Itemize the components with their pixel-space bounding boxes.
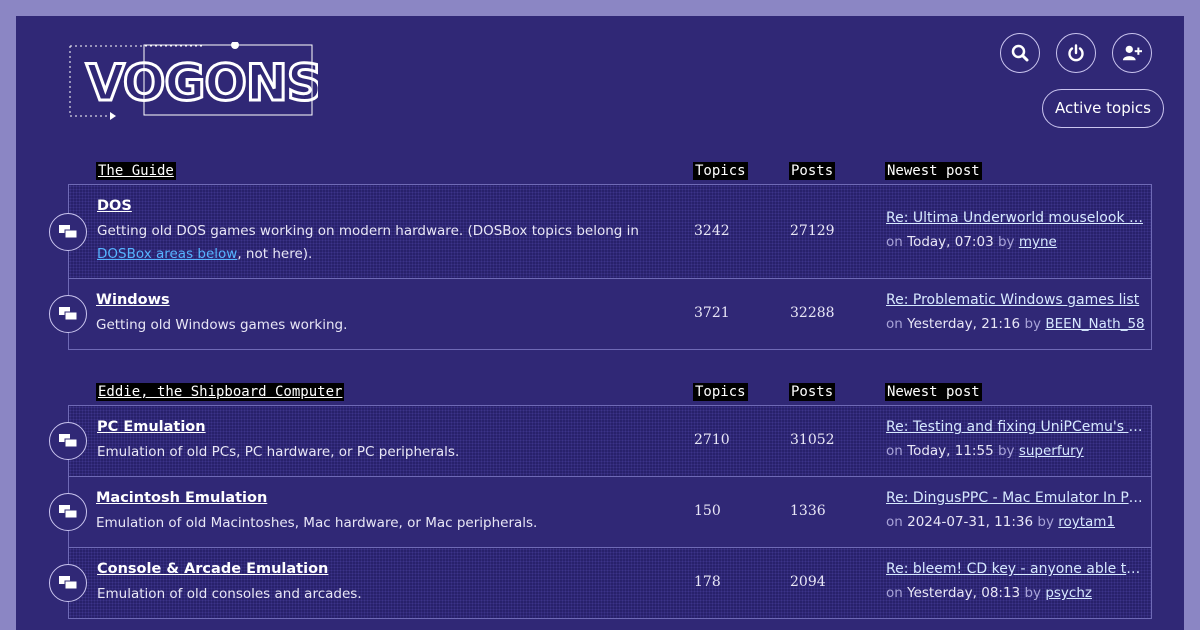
posts-count: 27129 <box>790 223 835 239</box>
forum-title-windows[interactable]: Windows <box>96 292 170 308</box>
forum-description: Emulation of old consoles and arcades. <box>97 586 362 602</box>
on-label: on <box>886 514 903 530</box>
forum-chat-icon <box>59 307 78 321</box>
post-date: Yesterday, 08:13 <box>907 585 1021 601</box>
by-label: by <box>997 234 1015 250</box>
forum-icon <box>49 493 87 531</box>
add-user-icon <box>1122 45 1142 61</box>
search-button[interactable] <box>1000 33 1040 73</box>
forum-row-macintosh-emulation: Macintosh Emulation Emulation of old Mac… <box>49 476 1152 548</box>
topics-count: 178 <box>694 574 721 590</box>
posts-count: 31052 <box>790 432 835 448</box>
login-button[interactable] <box>1056 33 1096 73</box>
dosbox-areas-link[interactable]: DOSBox areas below <box>97 246 237 262</box>
forum-icon <box>49 422 87 460</box>
forum-chat-icon <box>59 224 78 238</box>
forum-title-pc-emulation[interactable]: PC Emulation <box>97 419 206 435</box>
newest-post-meta: on 2024-07-31, 11:36 by roytam1 <box>886 514 1115 530</box>
forum-description: Getting old DOS games working on modern … <box>97 220 657 266</box>
register-button[interactable] <box>1112 33 1152 73</box>
forum-row-console-arcade-emulation: Console & Arcade Emulation Emulation of … <box>49 547 1152 619</box>
newest-post-link[interactable]: Re: Testing and fixing UniPCemu's C… <box>886 419 1144 435</box>
topics-count: 3721 <box>694 305 730 321</box>
newest-post-meta: on Yesterday, 21:16 by BEEN_Nath_58 <box>886 316 1145 332</box>
logo-graphic: VOGONS <box>69 42 318 120</box>
by-label: by <box>997 443 1015 459</box>
forum-title-macintosh-emulation[interactable]: Macintosh Emulation <box>96 490 267 506</box>
by-label: by <box>1024 316 1042 332</box>
post-date: Yesterday, 21:16 <box>907 316 1021 332</box>
forum-section-eddie: Eddie, the Shipboard Computer Topics Pos… <box>49 383 1152 619</box>
section-header: The Guide Topics Posts Newest post <box>68 162 1152 184</box>
column-posts: Posts <box>789 162 836 180</box>
section-header: Eddie, the Shipboard Computer Topics Pos… <box>68 383 1152 405</box>
column-posts: Posts <box>789 383 836 401</box>
topics-count: 2710 <box>694 432 730 448</box>
forum-chat-icon <box>59 576 78 590</box>
posts-count: 32288 <box>790 305 835 321</box>
section-title[interactable]: The Guide <box>96 162 176 180</box>
forum-icon <box>49 212 87 251</box>
posts-count: 1336 <box>790 503 826 519</box>
forum-row-dos: DOS Getting old DOS games working on mod… <box>49 184 1152 279</box>
vogons-logo[interactable]: VOGONS <box>68 42 318 122</box>
on-label: on <box>886 585 903 601</box>
forum-icon <box>49 295 87 333</box>
search-icon <box>1011 44 1029 62</box>
post-date: Today, 11:55 <box>907 443 994 459</box>
forum-chat-icon <box>59 434 78 448</box>
on-label: on <box>886 443 903 459</box>
on-label: on <box>886 234 903 250</box>
forum-title-console-arcade-emulation[interactable]: Console & Arcade Emulation <box>97 561 328 577</box>
forum-description-text: Getting old DOS games working on modern … <box>97 223 639 239</box>
forum-description: Emulation of old PCs, PC hardware, or PC… <box>97 444 460 460</box>
forum-description: Emulation of old Macintoshes, Mac hardwa… <box>96 515 538 531</box>
forum-row-windows: Windows Getting old Windows games workin… <box>49 278 1152 350</box>
column-topics: Topics <box>693 383 748 401</box>
newest-post-meta: on Today, 07:03 by myne <box>886 234 1057 250</box>
post-author-link[interactable]: BEEN_Nath_58 <box>1045 316 1144 332</box>
power-icon <box>1068 44 1084 62</box>
post-author-link[interactable]: superfury <box>1019 443 1084 459</box>
topics-count: 150 <box>694 503 721 519</box>
column-newest-post: Newest post <box>885 162 982 180</box>
post-author-link[interactable]: psychz <box>1045 585 1092 601</box>
newest-post-link[interactable]: Re: bleem! CD key - anyone able to s… <box>886 561 1144 577</box>
newest-post-link[interactable]: Re: DingusPPC - Mac Emulator In Pr… <box>886 490 1144 506</box>
topics-count: 3242 <box>694 223 730 239</box>
forum-row-pc-emulation: PC Emulation Emulation of old PCs, PC ha… <box>49 405 1152 477</box>
logo-text: VOGONS <box>86 54 318 112</box>
by-label: by <box>1037 514 1054 530</box>
newest-post-link[interactable]: Re: Problematic Windows games list <box>886 292 1144 308</box>
post-author-link[interactable]: roytam1 <box>1058 514 1115 530</box>
by-label: by <box>1024 585 1042 601</box>
page: VOGONS Active topics The Guide Topics Po… <box>16 16 1184 630</box>
forum-description-text-end: , not here). <box>237 246 313 262</box>
newest-post-meta: on Today, 11:55 by superfury <box>886 443 1084 459</box>
forum-title-dos[interactable]: DOS <box>97 198 132 214</box>
on-label: on <box>886 316 903 332</box>
section-title[interactable]: Eddie, the Shipboard Computer <box>96 383 345 401</box>
forum-chat-icon <box>59 505 78 519</box>
posts-count: 2094 <box>790 574 826 590</box>
post-date: 2024-07-31, 11:36 <box>907 514 1034 530</box>
column-topics: Topics <box>693 162 748 180</box>
forum-description: Getting old Windows games working. <box>96 317 348 333</box>
forum-icon <box>49 564 87 602</box>
newest-post-link[interactable]: Re: Ultima Underworld mouselook … <box>886 210 1144 226</box>
post-author-link[interactable]: myne <box>1019 234 1057 250</box>
active-topics-button[interactable]: Active topics <box>1042 89 1164 128</box>
post-date: Today, 07:03 <box>907 234 994 250</box>
newest-post-meta: on Yesterday, 08:13 by psychz <box>886 585 1092 601</box>
forum-section-the-guide: The Guide Topics Posts Newest post DOS G… <box>49 162 1152 350</box>
column-newest-post: Newest post <box>885 383 982 401</box>
